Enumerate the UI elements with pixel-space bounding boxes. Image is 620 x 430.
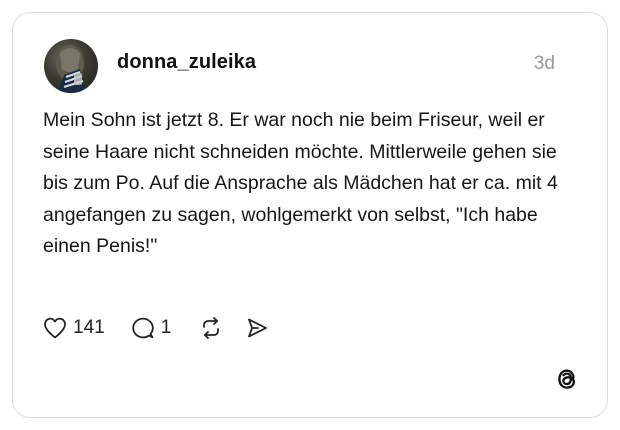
post-card[interactable]: donna_zuleika 3d Mein Sohn ist jetzt 8. … [12,12,608,418]
action-bar: 141 1 [43,313,269,343]
comment-icon [132,317,154,339]
avatar[interactable] [44,39,98,93]
post-timestamp: 3d [533,53,555,74]
like-count: 141 [73,317,105,338]
share-button[interactable] [245,316,269,340]
repost-button[interactable] [199,316,223,340]
threads-logo-icon [553,365,581,393]
username[interactable]: donna_zuleika [117,51,256,74]
repost-icon [203,317,220,339]
send-icon [248,318,268,338]
post-text: Mein Sohn ist jetzt 8. Er war noch nie b… [43,109,558,257]
reply-count: 1 [160,317,172,338]
reply-button[interactable]: 1 [131,316,172,340]
avatar-image [56,45,84,93]
like-button[interactable]: 141 [43,317,105,339]
heart-icon [44,317,66,339]
